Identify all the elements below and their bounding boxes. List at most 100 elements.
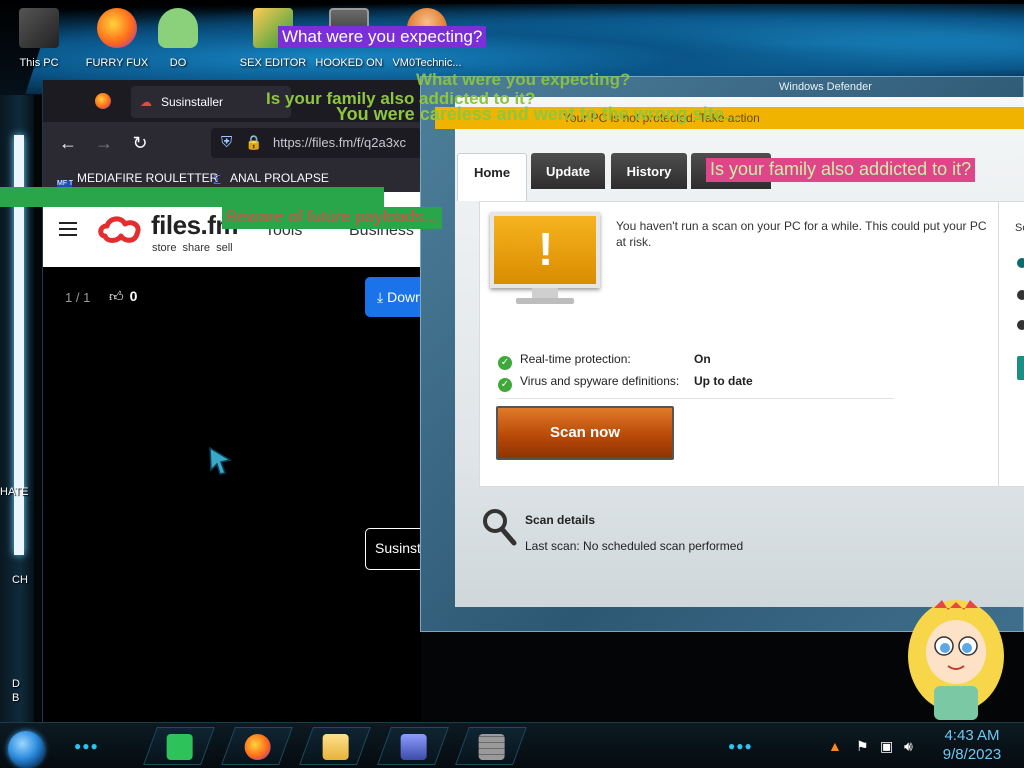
overlay-green-bar bbox=[0, 187, 384, 207]
status-realtime-protection: ✓ Real-time protection: On bbox=[498, 352, 711, 370]
defender-title: Windows Defender bbox=[779, 81, 872, 93]
warning-monitor-icon: ! bbox=[490, 212, 600, 320]
magnifier-icon bbox=[483, 509, 517, 546]
taskbar-app-explorer[interactable] bbox=[299, 727, 371, 765]
taskbar-app-brick[interactable] bbox=[455, 727, 527, 765]
tab-home[interactable]: Home bbox=[457, 153, 527, 201]
last-scan-row: Last scan: No scheduled scan performed bbox=[525, 539, 743, 553]
like-count: 0 bbox=[129, 288, 138, 304]
check-icon: ✓ bbox=[498, 356, 512, 370]
browser-tab-title: Susinstaller bbox=[161, 95, 224, 109]
susinstaller-label: Susinstaller bbox=[375, 540, 421, 556]
cartoon-mascot-image bbox=[908, 600, 1004, 720]
firefox-icon bbox=[97, 8, 137, 48]
scan-options-column: Sc bbox=[998, 202, 1024, 486]
start-button[interactable] bbox=[8, 731, 44, 767]
desktop-icon-label-b[interactable]: B bbox=[12, 692, 19, 704]
lock-icon[interactable]: 🔒 bbox=[245, 134, 262, 151]
network-icon[interactable]: ▣ bbox=[880, 738, 893, 755]
thumbs-up-icon: 👍︎ bbox=[109, 288, 124, 304]
scan-options-label: Sc bbox=[1015, 222, 1024, 234]
forward-arrow-icon[interactable]: → bbox=[93, 132, 115, 154]
back-arrow-icon[interactable]: ← bbox=[57, 132, 79, 154]
shield-icon[interactable]: ⛨ bbox=[221, 134, 232, 151]
clock-date: 9/8/2023 bbox=[942, 746, 1002, 763]
files-fm-tagline: store share sell bbox=[152, 242, 233, 254]
status-definitions: ✓ Virus and spyware definitions: Up to da… bbox=[498, 374, 753, 392]
tray-app-icon[interactable]: ▲ bbox=[828, 738, 842, 754]
scan-warning-text: You haven't run a scan on your PC for a … bbox=[616, 219, 987, 249]
desktop-icon-do[interactable]: DO bbox=[150, 6, 206, 76]
status-value: Up to date bbox=[694, 374, 753, 388]
browser-nav-bar: ← → ↻ ⛨ 🔒 https://files.fm/f/q2a3xc bbox=[43, 122, 421, 164]
bookmark-label: MEDIAFIRE ROULETTER bbox=[77, 171, 219, 185]
desktop-icon-label-hate[interactable]: HATE bbox=[0, 486, 29, 498]
desktop-icon-this-pc[interactable]: This PC bbox=[2, 6, 76, 76]
tab-update[interactable]: Update bbox=[531, 153, 605, 189]
scan-details-title: Scan details bbox=[525, 513, 596, 527]
overlay-expecting-purple: What were you expecting? bbox=[278, 26, 487, 48]
desktop-icon-label-d[interactable]: D bbox=[12, 678, 20, 690]
page-counter: 1 / 1 bbox=[65, 290, 91, 305]
desktop-icon-label: This PC bbox=[19, 57, 59, 69]
firefox-icon bbox=[244, 734, 271, 760]
flag-icon[interactable]: ⚑ bbox=[856, 738, 869, 755]
scan-option-quick-radio[interactable] bbox=[1017, 258, 1024, 268]
file-preview-area bbox=[43, 267, 421, 722]
notes-icon bbox=[166, 734, 193, 760]
tab-history[interactable]: History bbox=[611, 153, 687, 189]
overlay-expecting-green: What were you expecting? bbox=[416, 70, 631, 89]
taskbar-app-firefox[interactable] bbox=[221, 727, 293, 765]
desktop-icon-label-ch[interactable]: CH bbox=[12, 574, 28, 586]
url-bar[interactable]: ⛨ 🔒 https://files.fm/f/q2a3xc bbox=[211, 128, 421, 158]
browser-window: ☁ Susinstaller ← → ↻ ⛨ 🔒 https://files.f… bbox=[42, 80, 421, 722]
panel-divider bbox=[498, 398, 894, 399]
sigma-icon: Σ bbox=[213, 172, 222, 187]
hamburger-menu-icon[interactable] bbox=[59, 222, 77, 236]
volume-icon[interactable]: 🔊︎ bbox=[904, 738, 913, 755]
download-icon: ⤓ bbox=[377, 289, 388, 305]
desktop-icon-label: FURRY FUX bbox=[85, 57, 149, 69]
desktop-icon-furry-fux[interactable]: FURRY FUX bbox=[80, 6, 154, 76]
overlay-payloads: Beware of future payloads... bbox=[222, 207, 442, 229]
check-icon: ✓ bbox=[498, 378, 512, 392]
bookmark-anal-prolapse[interactable]: Σ ANAL PROLAPSE bbox=[213, 171, 329, 187]
firefox-icon[interactable] bbox=[95, 93, 111, 109]
desktop-icon-label: DO bbox=[169, 57, 187, 69]
window-icon bbox=[400, 734, 427, 760]
overlay-wrong-site: You were careless and went to the wrong … bbox=[336, 104, 739, 124]
susinstaller-file-button[interactable]: Susinstaller bbox=[365, 528, 421, 570]
status-value: On bbox=[694, 352, 711, 366]
monitor-base bbox=[516, 298, 574, 304]
scan-now-button[interactable]: Scan now bbox=[496, 406, 674, 460]
desktop-icon-label: HOOKED ON bbox=[315, 57, 383, 69]
scan-option-custom-radio[interactable] bbox=[1017, 320, 1024, 330]
download-button[interactable]: ⤓ Download bbox=[365, 277, 421, 317]
status-label: Real-time protection: bbox=[520, 352, 631, 366]
taskbar-decoration-dots: ●●● bbox=[74, 739, 99, 753]
exclamation-icon: ! bbox=[538, 223, 554, 275]
status-label: Virus and spyware definitions: bbox=[520, 374, 680, 388]
bookmark-label: ANAL PROLAPSE bbox=[230, 171, 329, 185]
taskbar-clock[interactable]: 4:43 AM 9/8/2023 bbox=[932, 726, 1012, 764]
desktop-icon-label: VM0Technic... bbox=[392, 57, 462, 69]
like-button[interactable]: 👍︎ 0 bbox=[109, 288, 137, 305]
taskbar-decoration-dots: ●●● bbox=[728, 739, 753, 753]
taskbar: ●●● ●●● ▲ ⚑ ▣ 🔊︎ 4:43 AM 9/8/2023 bbox=[0, 722, 1024, 768]
brick-icon bbox=[478, 734, 505, 760]
defender-home-panel: ! You haven't run a scan on your PC for … bbox=[479, 201, 1024, 487]
scan-option-button[interactable] bbox=[1017, 356, 1024, 380]
taskbar-app-notes[interactable] bbox=[143, 727, 215, 765]
taskbar-app-window[interactable] bbox=[377, 727, 449, 765]
character-icon bbox=[158, 8, 198, 48]
download-label: Download bbox=[387, 289, 421, 305]
files-fm-logo-icon[interactable] bbox=[97, 214, 145, 248]
scan-details-section: Scan details Last scan: No scheduled sca… bbox=[483, 509, 743, 553]
reload-icon[interactable]: ↻ bbox=[129, 132, 151, 154]
files-fm-tab-icon: ☁ bbox=[140, 95, 152, 109]
scan-option-full-radio[interactable] bbox=[1017, 290, 1024, 300]
last-scan-label: Last scan: bbox=[525, 539, 580, 553]
url-text: https://files.fm/f/q2a3xc bbox=[273, 135, 406, 150]
monitor-stand bbox=[532, 288, 558, 298]
mouse-cursor-icon bbox=[209, 446, 232, 475]
